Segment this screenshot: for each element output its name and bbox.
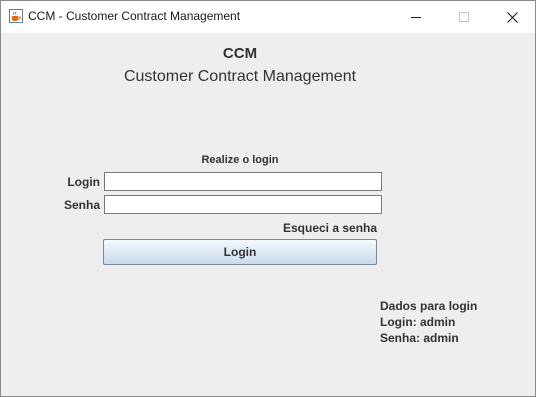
content-panel: CCM Customer Contract Management Realize… [1, 33, 535, 396]
login-label: Login [67, 175, 100, 189]
maximize-icon [459, 12, 469, 22]
window-title: CCM - Customer Contract Management [28, 9, 241, 23]
login-info-user: Login: admin [380, 315, 456, 329]
login-input[interactable] [104, 172, 382, 191]
login-button[interactable]: Login [103, 239, 377, 265]
java-cup-icon [9, 9, 23, 23]
close-button[interactable] [489, 1, 535, 33]
minimize-icon [411, 17, 421, 18]
login-info: Dados para login Login: admin Senha: adm… [380, 298, 477, 346]
password-input[interactable] [104, 195, 382, 214]
app-window: CCM - Customer Contract Management CCM C… [0, 0, 536, 397]
minimize-button[interactable] [393, 1, 439, 33]
app-title: CCM [222, 45, 258, 62]
login-info-password: Senha: admin [380, 331, 459, 345]
maximize-button[interactable] [441, 1, 487, 33]
login-caption: Realize o login [201, 154, 279, 166]
title-bar[interactable]: CCM - Customer Contract Management [1, 1, 535, 33]
app-subtitle: Customer Contract Management [123, 68, 357, 85]
close-icon [506, 11, 518, 23]
login-info-heading: Dados para login [380, 299, 478, 313]
forgot-password-link[interactable]: Esqueci a senha [283, 221, 377, 235]
password-label: Senha [63, 198, 100, 212]
